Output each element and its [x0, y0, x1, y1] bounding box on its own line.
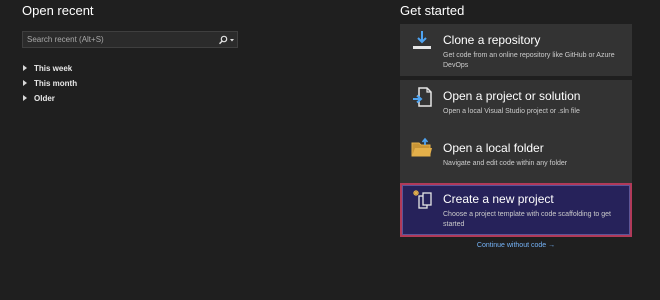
card-description: Get code from an online repository like …	[443, 52, 615, 69]
create-new-project-card[interactable]: Create a new project Choose a project te…	[400, 183, 632, 237]
card-description: Open a local Visual Studio project or .s…	[443, 108, 580, 115]
new-project-icon	[413, 190, 432, 209]
recent-group-label: This month	[34, 79, 78, 88]
clone-repo-icon	[413, 31, 431, 49]
continue-without-code-link[interactable]: Continue without code →	[400, 242, 632, 249]
card-title: Create a new project	[443, 192, 554, 206]
card-title: Clone a repository	[443, 33, 541, 47]
chevron-down-icon	[230, 39, 234, 42]
card-description: Choose a project template with code scaf…	[443, 211, 611, 228]
search-dropdown-button[interactable]	[217, 34, 237, 46]
recent-group-this-month[interactable]: This month	[22, 76, 238, 91]
search-icon	[219, 35, 234, 45]
folder-icon	[411, 137, 432, 157]
clone-repository-card[interactable]: Clone a repository Get code from an onli…	[400, 24, 632, 76]
open-recent-panel: Open recent This week This month	[22, 0, 362, 300]
open-recent-title: Open recent	[22, 3, 94, 18]
search-recent-input[interactable]	[23, 32, 213, 47]
get-started-panel: Get started Clone a repository Get code …	[400, 0, 632, 300]
expand-chevron-icon	[22, 64, 34, 74]
open-project-card[interactable]: Open a project or solution Open a local …	[400, 80, 632, 132]
get-started-title: Get started	[400, 3, 465, 18]
recent-group-this-week[interactable]: This week	[22, 61, 238, 76]
recent-group-label: This week	[34, 64, 73, 73]
search-recent-box	[22, 31, 238, 48]
open-folder-card[interactable]: Open a local folder Navigate and edit co…	[400, 132, 632, 184]
recent-group-older[interactable]: Older	[22, 91, 238, 106]
expand-chevron-icon	[22, 94, 34, 104]
card-description: Navigate and edit code within any folder	[443, 160, 568, 167]
recent-groups: This week This month Older	[22, 61, 238, 106]
card-title: Open a local folder	[443, 141, 544, 155]
expand-chevron-icon	[22, 79, 34, 89]
card-title: Open a project or solution	[443, 89, 581, 103]
open-project-icon	[413, 87, 432, 107]
recent-group-label: Older	[34, 94, 55, 103]
